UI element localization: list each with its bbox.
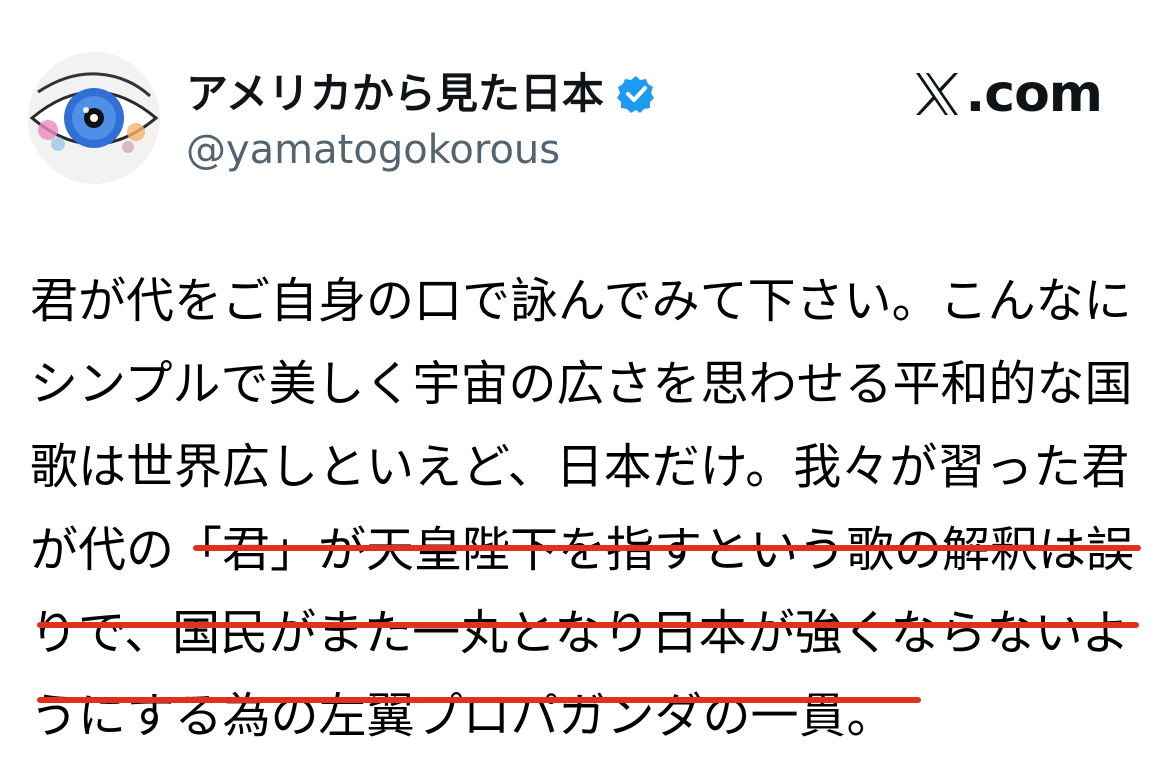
verified-badge-icon bbox=[616, 76, 654, 113]
author-display-name[interactable]: アメリカから見た日本 bbox=[186, 66, 604, 122]
tweet-line: 君が代をご自身の口で詠んでみて下さい。こんなに bbox=[30, 273, 1132, 329]
brand-domain: .com bbox=[965, 64, 1103, 124]
tweet-line: うにする為の左翼プロパガンダの一貫。 bbox=[30, 688, 895, 744]
tweet-text: 君が代をご自身の口で詠んでみて下さい。こんなに シンプルで美しく宇宙の広さを思わ… bbox=[30, 260, 1150, 758]
eye-avatar-image bbox=[28, 52, 160, 184]
author-handle[interactable]: @yamatogokorous bbox=[186, 124, 560, 176]
author-name-row[interactable]: アメリカから見た日本 bbox=[186, 66, 656, 122]
tweet-line: が代の「君」が天皇陛下を指すという歌の解釈は誤 bbox=[30, 522, 1135, 578]
tweet-line: 歌は世界広しといえど、日本だけ。我々が習った君 bbox=[30, 439, 1130, 495]
brand-mark: .com bbox=[912, 64, 1103, 124]
tweet-line: シンプルで美しく宇宙の広さを思わせる平和的な国 bbox=[30, 356, 1133, 412]
avatar[interactable] bbox=[28, 52, 160, 184]
tweet-line: りで、国民がまた一丸となり日本が強くならないよ bbox=[30, 605, 1130, 661]
x-logo-icon bbox=[915, 73, 958, 115]
